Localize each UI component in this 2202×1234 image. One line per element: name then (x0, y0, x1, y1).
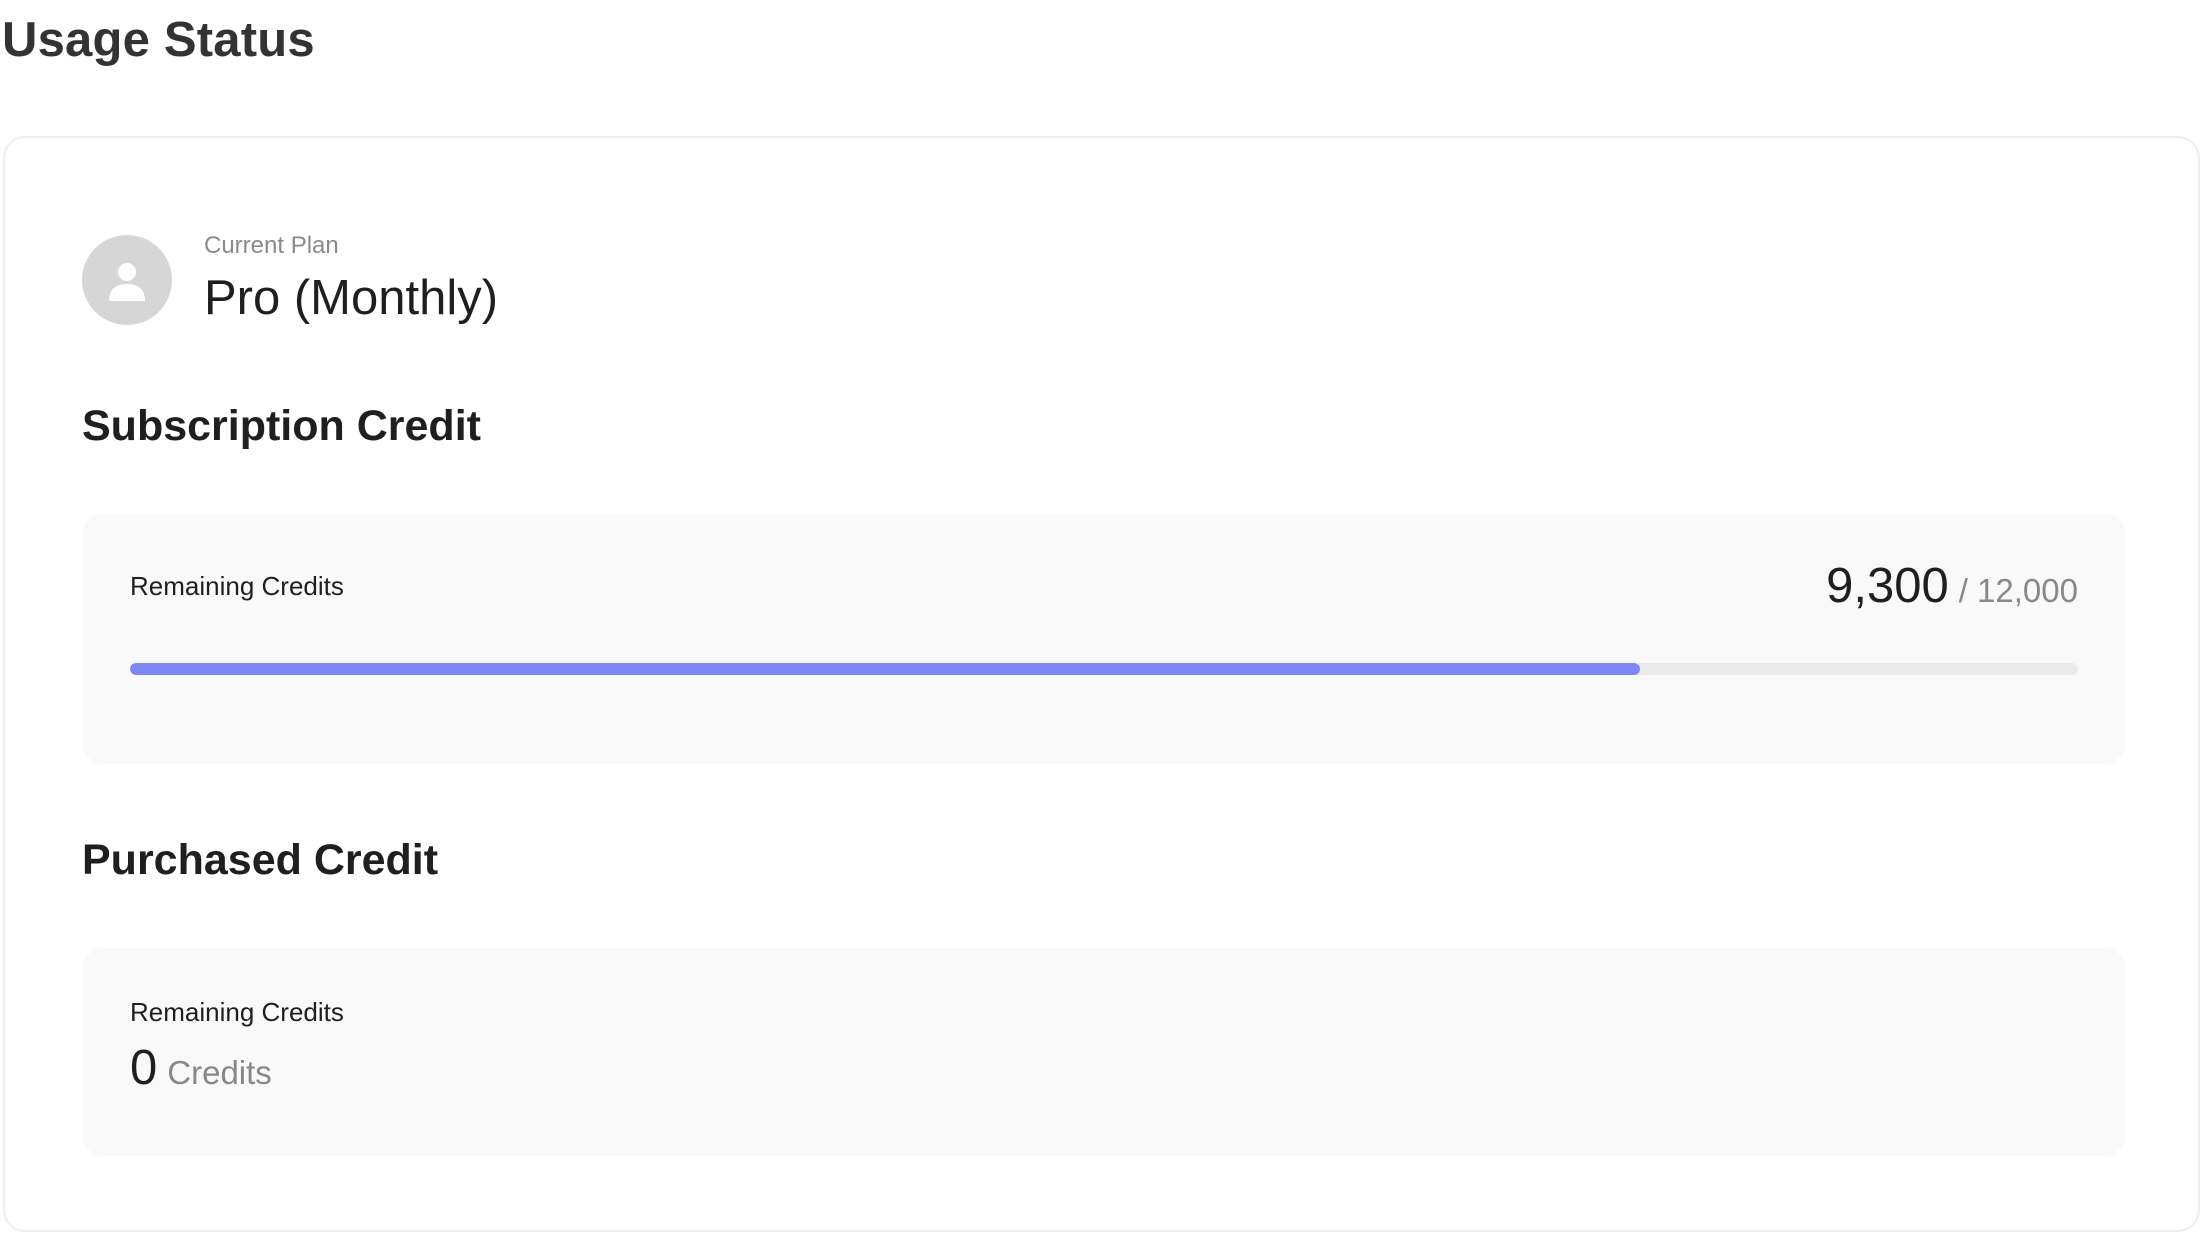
avatar (82, 235, 172, 325)
page-title: Usage Status (2, 13, 315, 67)
subscription-total-value: / 12,000 (1958, 572, 2078, 609)
usage-card: Current Plan Pro (Monthly) Subscription … (3, 136, 2200, 1232)
purchased-credit-panel: Remaining Credits 0 Credits (82, 948, 2126, 1156)
subscription-remaining-label: Remaining Credits (130, 571, 344, 601)
subscription-progress-fill (130, 663, 1640, 675)
subscription-progress-bar (130, 663, 2078, 675)
current-plan: Current Plan Pro (Monthly) (82, 225, 498, 335)
purchased-credit-heading: Purchased Credit (82, 836, 439, 884)
purchased-remaining-label: Remaining Credits (130, 997, 344, 1027)
subscription-credit-heading: Subscription Credit (82, 402, 481, 450)
plan-name: Pro (Monthly) (204, 271, 499, 325)
purchased-unit: Credits (167, 1054, 272, 1091)
current-plan-label: Current Plan (204, 232, 339, 259)
subscription-amount: 9,300 / 12,000 (1826, 556, 2078, 616)
purchased-amount: 0 Credits (130, 1038, 272, 1098)
subscription-remaining-value: 9,300 (1826, 559, 1949, 613)
user-icon (109, 263, 145, 301)
purchased-value: 0 (130, 1041, 158, 1095)
plan-text: Current Plan Pro (Monthly) (204, 231, 498, 329)
subscription-credit-panel: Remaining Credits 9,300 / 12,000 (82, 514, 2126, 764)
